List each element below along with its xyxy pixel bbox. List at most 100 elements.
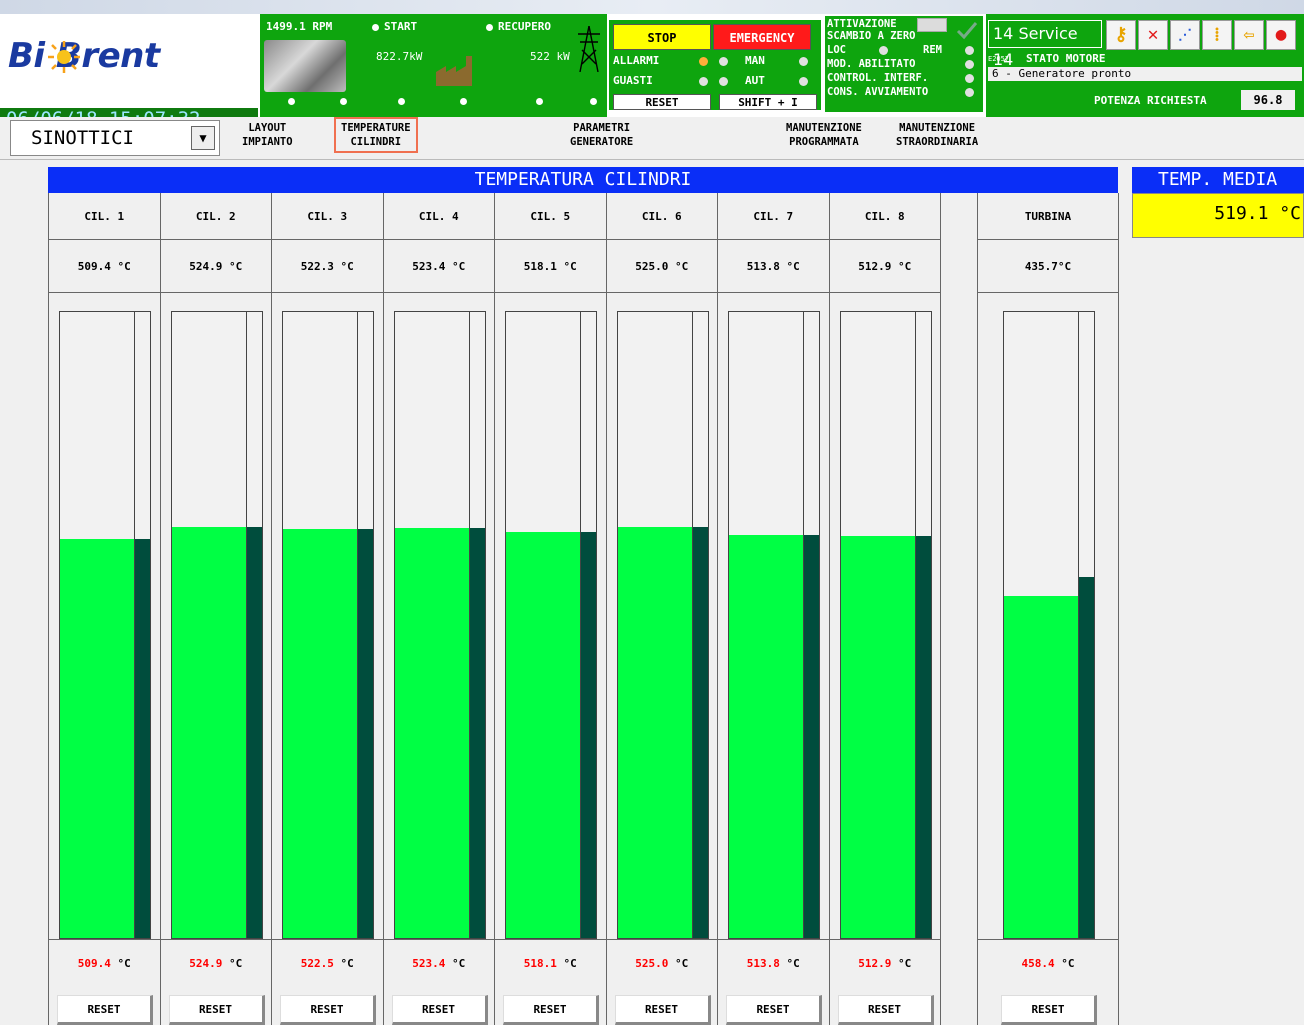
sinottici-dropdown[interactable]: SINOTTICI ▼ — [10, 120, 220, 156]
max-temperature-unit: °C — [229, 957, 243, 970]
nav-label: MANUTENZIONE — [786, 122, 862, 134]
temperature-bar — [839, 311, 932, 939]
chevron-down-icon[interactable]: ▼ — [191, 126, 215, 150]
service-counter[interactable]: 14 Service 14 — [988, 20, 1102, 69]
status-lamp-2 — [340, 98, 347, 105]
bar-fill — [1004, 596, 1078, 938]
max-temperature: 525.0 °C — [606, 939, 717, 989]
nav-layout-impianto[interactable]: LAYOUT IMPIANTO — [242, 121, 293, 149]
column-header: CIL. 4 — [383, 193, 494, 240]
temperature-bar — [282, 311, 374, 939]
column-header: CIL. 5 — [495, 193, 606, 240]
bar-divider — [914, 312, 916, 938]
nav-parametri-generatore[interactable]: PARAMETRI GENERATORE — [570, 121, 633, 149]
status-lamp-6 — [590, 98, 597, 105]
close-icon[interactable]: ✕ — [1138, 20, 1168, 50]
start-lamp — [372, 24, 379, 31]
stop-button[interactable]: STOP — [613, 24, 711, 50]
back-arrow-icon[interactable]: ⇦ — [1234, 20, 1264, 50]
cylinder-column: CIL. 7 513.8 °C 513.8 °C RESET — [718, 193, 830, 1025]
chart-icon[interactable]: ⋰ — [1170, 20, 1200, 50]
mod-abilitato-label: MOD. ABILITATO — [827, 58, 916, 70]
potenza-richiesta-value[interactable]: 96.8 — [1241, 90, 1295, 110]
man-lamp — [719, 57, 728, 66]
nav-manutenzione-programmata[interactable]: MANUTENZIONE PROGRAMMATA — [786, 121, 862, 149]
max-temperature-unit: °C — [452, 957, 466, 970]
temperature-bar — [59, 311, 151, 939]
cons-avviamento-lamp — [965, 88, 974, 97]
max-temperature-value: 525.0 — [635, 957, 669, 970]
bar-fill — [506, 532, 580, 938]
current-temperature: 523.4 °C — [383, 240, 494, 293]
reset-alarms-button[interactable]: RESET — [613, 94, 711, 110]
bar-max-indicator — [1078, 577, 1094, 938]
rem-lamp — [965, 46, 974, 55]
column-header: CIL. 2 — [160, 193, 271, 240]
aut-lamp — [719, 77, 728, 86]
reset-button[interactable]: RESET — [726, 995, 822, 1025]
bar-divider — [245, 312, 247, 938]
alarm-light-icon[interactable]: ● — [1266, 20, 1296, 50]
nav-bar: SINOTTICI ▼ LAYOUT IMPIANTO TEMPERATURE … — [0, 117, 1304, 160]
reset-button[interactable]: RESET — [57, 995, 153, 1025]
temp-media-title: TEMP. MEDIA — [1132, 167, 1304, 193]
reset-button[interactable]: RESET — [168, 995, 265, 1025]
reset-button[interactable]: RESET — [280, 995, 376, 1025]
cylinder-column: CIL. 4 523.4 °C 523.4 °C RESET — [383, 193, 495, 1025]
column-header: CIL. 7 — [718, 193, 829, 240]
logo-area: Bi Brent 06/06/18 15:07:32 — [0, 14, 258, 130]
spacer-column — [941, 193, 978, 1025]
bar-fill — [171, 527, 246, 938]
max-temperature: 512.9 °C — [829, 939, 940, 989]
bar-fill — [617, 527, 692, 938]
status-lamp-3 — [398, 98, 405, 105]
guasti-label: GUASTI — [613, 74, 653, 87]
man-lamp-right — [799, 57, 808, 66]
column-header: TURBINA — [978, 193, 1118, 240]
control-interf-lamp — [965, 74, 974, 83]
checkmark-icon[interactable] — [955, 20, 979, 40]
recupero-label: RECUPERO — [498, 20, 551, 33]
aut-label: AUT — [745, 74, 765, 87]
bar-divider — [691, 312, 693, 938]
current-temperature: 435.7°C — [978, 240, 1118, 293]
temperature-bar — [728, 311, 820, 939]
temperature-bar — [170, 311, 263, 939]
nav-manutenzione-straordinaria[interactable]: MANUTENZIONE STRAORDINARIA — [896, 121, 978, 149]
temperature-bar — [393, 311, 486, 939]
bar-divider — [803, 312, 804, 938]
nav-label: PROGRAMMATA — [789, 136, 859, 148]
max-temperature: 518.1 °C — [495, 939, 606, 989]
reset-button[interactable]: RESET — [837, 995, 934, 1025]
key-icon[interactable]: ⚷ — [1106, 20, 1136, 50]
cylinder-column: CIL. 1 509.4 °C 509.4 °C RESET — [49, 193, 161, 1025]
max-temperature: 524.9 °C — [160, 939, 271, 989]
max-temperature: 522.5 °C — [272, 939, 383, 989]
potenza-richiesta-label: POTENZA RICHIESTA — [1094, 94, 1207, 107]
start-label: START — [384, 20, 418, 33]
nav-label: PARAMETRI — [573, 122, 631, 134]
current-temperature: 518.1 °C — [495, 240, 606, 293]
emergency-button[interactable]: EMERGENCY — [713, 24, 811, 50]
nav-label: STRAORDINARIA — [896, 136, 979, 148]
bar-fill — [60, 539, 134, 938]
reset-button[interactable]: RESET — [391, 995, 488, 1025]
window-controls[interactable] — [917, 18, 947, 32]
current-temperature: 513.8 °C — [718, 240, 829, 293]
bar-fill — [729, 535, 803, 938]
tools-icon[interactable]: ⁞ — [1202, 20, 1232, 50]
cylinder-temperature-table: TEMPERATURA CILINDRI CIL. 1 509.4 °C 509.4… — [48, 167, 1119, 1025]
bar-fill — [840, 536, 915, 938]
bar-max-indicator — [357, 529, 373, 938]
max-temperature-unit: °C — [117, 957, 131, 970]
reset-button[interactable]: RESET — [614, 995, 711, 1025]
bar-max-indicator — [914, 536, 931, 938]
bar-max-indicator — [691, 527, 708, 938]
reset-button[interactable]: RESET — [503, 995, 599, 1025]
rem-label: REM — [923, 44, 942, 56]
nav-label: GENERATORE — [570, 136, 634, 148]
nav-temperature-cilindri[interactable]: TEMPERATURE CILINDRI — [334, 117, 418, 153]
shift-i-button[interactable]: SHIFT + I — [719, 94, 817, 110]
reset-button[interactable]: RESET — [1001, 995, 1097, 1025]
aut-lamp-right — [799, 77, 808, 86]
